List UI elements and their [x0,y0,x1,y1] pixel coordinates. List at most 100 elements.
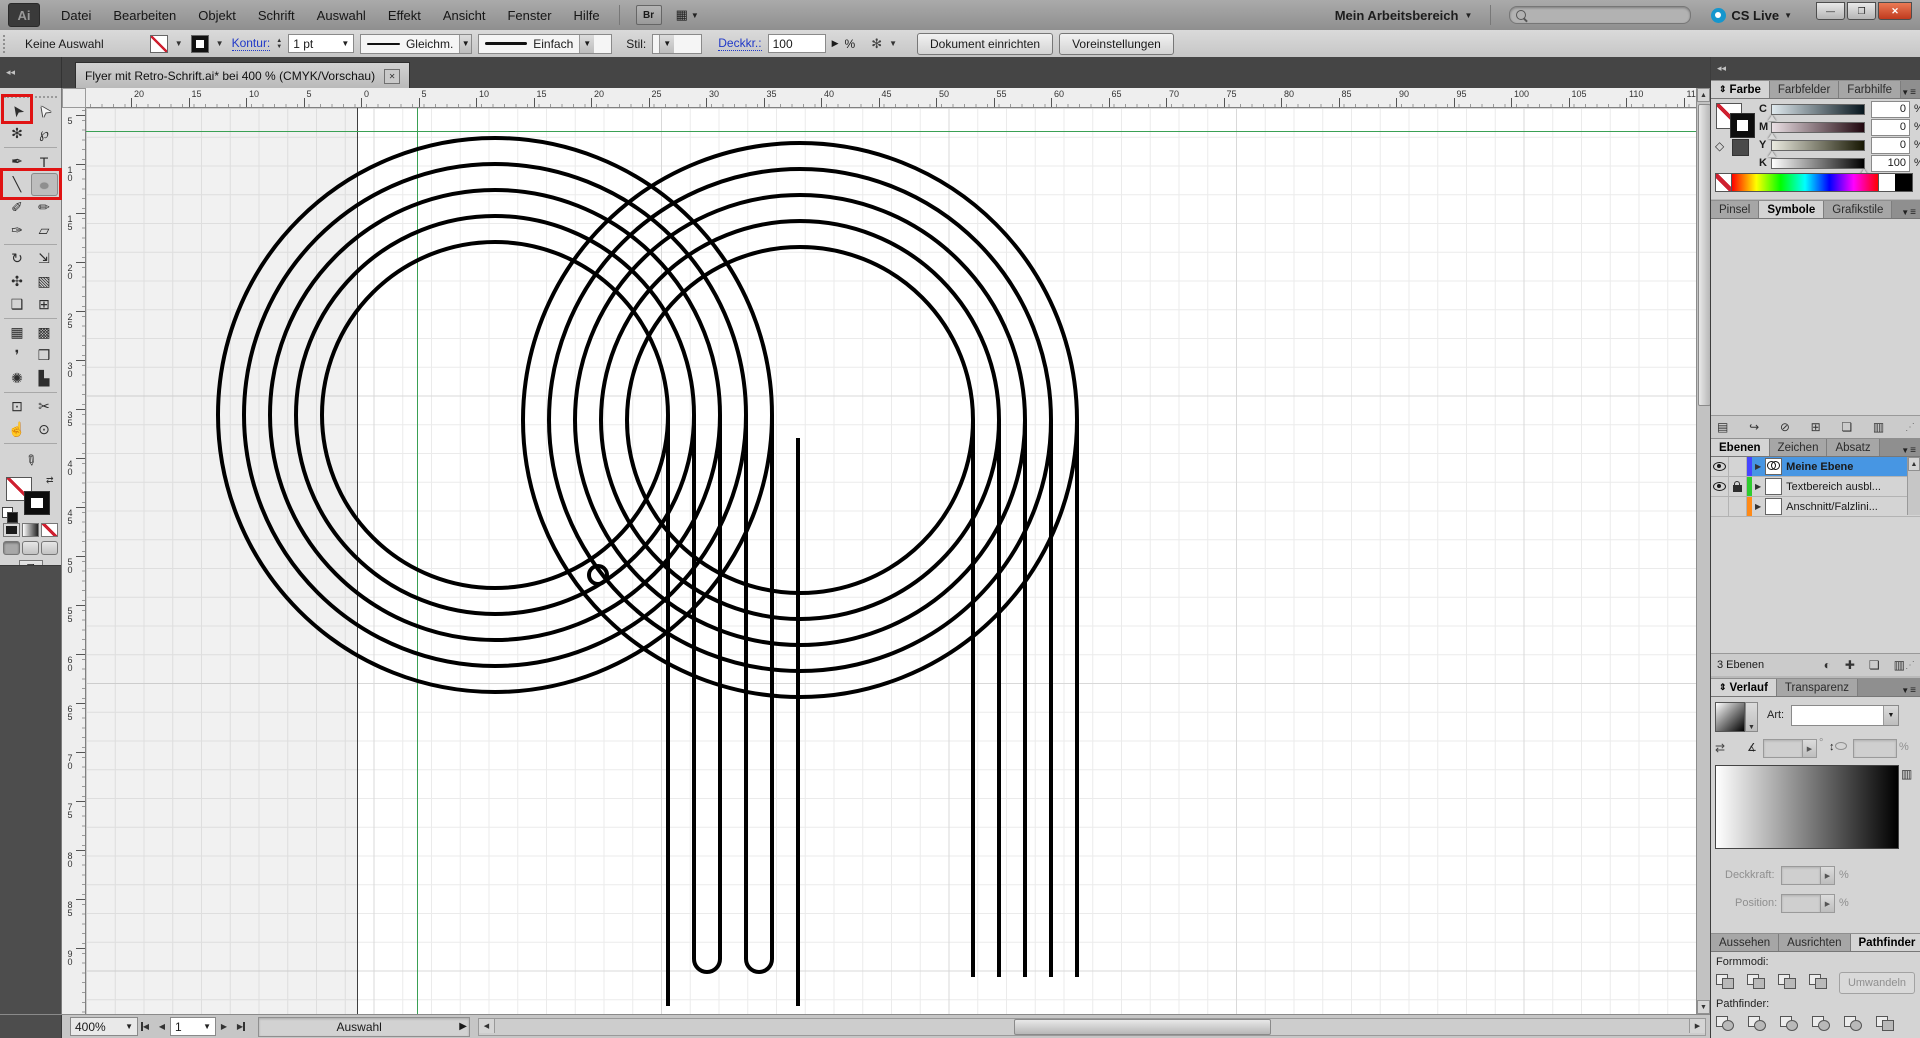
reverse-gradient-icon[interactable]: ⇄ [1715,741,1725,755]
new-layer-icon[interactable]: ❏ [1869,658,1880,672]
horizontal-scroll-thumb[interactable] [1014,1019,1271,1035]
document-tab[interactable]: Flyer mit Retro-Schrift.ai* bei 400 % (C… [75,62,410,89]
opacity-stepper[interactable]: ▶ [832,38,839,49]
lock-toggle[interactable] [1729,477,1747,496]
yellow-value-field[interactable]: 0 [1871,137,1910,154]
tab-aussehen[interactable]: Aussehen [1711,934,1779,951]
delete-layer-icon[interactable]: ▥ [1894,658,1905,672]
tab-symbole[interactable]: Symbole [1759,201,1824,218]
trim-icon[interactable] [1748,1016,1767,1031]
new-symbol-icon[interactable]: ❏ [1841,420,1852,434]
tab-farbfelder[interactable]: Farbfelder [1770,81,1839,98]
tab-zeichen[interactable]: Zeichen [1770,439,1828,456]
intersect-icon[interactable] [1778,974,1797,989]
menu-ansicht[interactable]: Ansicht [432,8,497,23]
outline-icon[interactable] [1844,1016,1863,1031]
stroke-weight-field[interactable]: 1 pt ▼ [288,34,354,53]
gradient-button[interactable] [22,523,39,537]
horizontal-scrollbar[interactable]: ◀ ▶ [478,1018,1706,1036]
menu-hilfe[interactable]: Hilfe [563,8,611,23]
gradient-slider[interactable] [1715,765,1899,849]
lone-pencil-icon[interactable]: ✎ [17,449,44,472]
black-value-field[interactable]: 100 [1871,155,1910,172]
tab-grafikstile[interactable]: Grafikstile [1824,201,1892,218]
lock-toggle[interactable] [1729,497,1747,516]
stop-opacity-field[interactable] [1781,866,1821,885]
slice-tool[interactable]: ✂ [31,395,58,418]
search-box[interactable] [1509,6,1691,24]
aspect-ratio-icon[interactable]: ↕ [1829,741,1847,753]
perspective-grid-tool[interactable]: ⊞ [31,293,58,316]
status-menu-icon[interactable]: ▶ [459,1021,467,1032]
stop-opacity-stepper[interactable]: ▶ [1820,866,1835,885]
canvas[interactable] [86,108,1696,1014]
minus-back-icon[interactable] [1876,1016,1895,1031]
retro-lettering-artwork[interactable] [86,108,1696,1014]
delete-symbol-icon[interactable]: ▥ [1873,420,1884,434]
break-link-icon[interactable]: ⊘ [1780,420,1790,434]
document-setup-button[interactable]: Dokument einrichten [917,33,1053,55]
blend-tool[interactable]: ❒ [31,344,58,367]
draw-inside-button[interactable] [41,541,58,555]
layer-row-meine-ebene[interactable]: ▶ Meine Ebene ○ [1711,457,1920,477]
panel-menu-icon[interactable]: ▼≡ [1901,87,1920,98]
menu-fenster[interactable]: Fenster [496,8,562,23]
vertical-ruler[interactable]: 51015202530354045505560657075808590 [62,108,86,1014]
swap-fill-stroke-icon[interactable]: ⇄ [46,475,54,486]
opacity-panel-link[interactable]: Deckkr.: [718,36,761,51]
collapse-dock-icon[interactable]: ◂◂ [1711,57,1920,80]
symbol-sprayer-tool[interactable]: ✺ [4,367,31,390]
color-spectrum-bar[interactable] [1715,173,1913,192]
tab-pinsel[interactable]: Pinsel [1711,201,1759,218]
default-fill-stroke-icon[interactable] [2,507,13,518]
tab-transparenz[interactable]: Transparenz [1777,679,1858,696]
tab-verlauf[interactable]: ⇕ Verlauf [1711,679,1777,696]
menu-effekt[interactable]: Effekt [377,8,432,23]
preferences-button[interactable]: Voreinstellungen [1059,33,1174,55]
layer-name[interactable]: Anschnitt/Falzlini... [1786,501,1907,513]
layer-main[interactable]: ▶ Textbereich ausbl... ○ [1752,477,1920,496]
expand-icon[interactable]: ▶ [1755,482,1761,491]
layer-row-textbereich[interactable]: ▶ Textbereich ausbl... ○ [1711,477,1920,497]
width-profile-dropdown[interactable]: Gleichm. ▼ [360,34,472,54]
menu-auswahl[interactable]: Auswahl [306,8,377,23]
zoom-level-dropdown[interactable]: 400% ▼ [70,1017,138,1036]
artboard-number-field[interactable]: 1 ▼ [170,1017,216,1036]
blob-brush-tool[interactable]: ✑ [4,219,31,242]
panel-grip[interactable] [3,35,11,53]
chevron-down-icon[interactable]: ▼ [175,39,183,48]
rotate-tool[interactable]: ↻ [4,247,31,270]
layer-row-anschnitt[interactable]: ▶ Anschnitt/Falzlini... ○ [1711,497,1920,517]
collapse-tools-icon[interactable]: ◂◂ [0,57,62,88]
color-button[interactable] [3,523,20,537]
place-symbol-icon[interactable]: ↪ [1749,420,1759,434]
draw-normal-button[interactable] [3,541,20,555]
delete-stop-icon[interactable]: ▥ [1901,767,1912,781]
menu-datei[interactable]: Datei [50,8,102,23]
chevron-down-icon[interactable]: ▼ [889,39,897,48]
expand-icon[interactable]: ▶ [1755,502,1761,511]
zoom-tool[interactable]: ⊙ [31,418,58,441]
tab-ebenen[interactable]: Ebenen [1711,439,1770,456]
tab-farbe[interactable]: ⇕ Farbe [1711,81,1770,98]
select-similar-icon[interactable]: ✻ [871,36,882,52]
minus-front-icon[interactable] [1747,974,1766,989]
eraser-tool[interactable]: ▱ [31,219,58,242]
gradient-tool[interactable]: ▩ [31,321,58,344]
hand-tool[interactable]: ☝ [4,418,31,441]
search-input[interactable] [1526,8,1660,22]
menu-objekt[interactable]: Objekt [187,8,247,23]
angle-icon[interactable]: ∡ [1747,741,1757,754]
gradient-type-dropdown[interactable]: ▼ [1791,705,1899,726]
crop-icon[interactable] [1812,1016,1831,1031]
gradient-preset-dropdown[interactable]: ▼ [1745,702,1758,732]
none-button[interactable] [41,523,58,537]
resize-grip-icon[interactable]: ⋰ [1905,422,1915,433]
new-sublayer-icon[interactable]: ✚ [1845,658,1855,672]
symbol-libraries-icon[interactable]: ▤ [1717,420,1728,434]
fill-swatch-none[interactable] [150,35,168,53]
expand-icon[interactable]: ▶ [1755,462,1761,471]
stroke-swatch[interactable] [191,35,209,53]
black-slider[interactable] [1771,158,1865,169]
status-display[interactable]: Auswahl ▶ [258,1017,470,1037]
